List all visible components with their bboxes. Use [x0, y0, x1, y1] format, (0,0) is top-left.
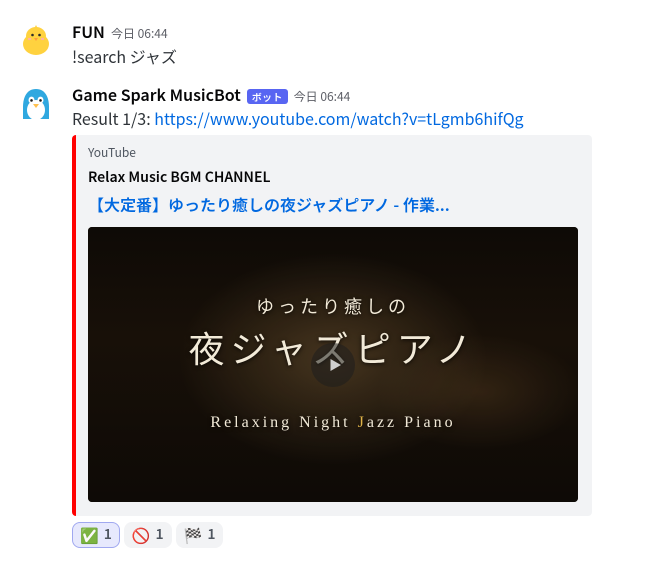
timestamp: 今日 06:44	[294, 89, 351, 106]
username[interactable]: Game Spark MusicBot	[72, 83, 241, 105]
reaction-flag[interactable]: 🏁 1	[176, 522, 224, 547]
check-icon: ✅	[80, 528, 99, 543]
message-header: Game Spark MusicBot ボット 今日 06:44	[72, 83, 654, 106]
reaction-count: 1	[207, 525, 215, 544]
message-bot: Game Spark MusicBot ボット 今日 06:44 Result …	[16, 75, 654, 552]
message-content: !search ジャズ	[72, 45, 654, 67]
avatar[interactable]	[16, 20, 56, 60]
embed: YouTube Relax Music BGM CHANNEL 【大定番】ゆった…	[72, 135, 592, 516]
avatar[interactable]	[16, 83, 56, 123]
result-link[interactable]: https://www.youtube.com/watch?v=tLgmb6hi…	[154, 106, 523, 130]
reactions: ✅ 1 🚫 1 🏁 1	[72, 522, 654, 547]
reaction-count: 1	[104, 525, 112, 544]
message-user: FUN 今日 06:44 !search ジャズ	[16, 12, 654, 71]
reaction-count: 1	[156, 525, 164, 544]
embed-provider: YouTube	[88, 145, 578, 162]
reaction-no[interactable]: 🚫 1	[124, 522, 172, 547]
bot-tag: ボット	[247, 89, 288, 105]
username[interactable]: FUN	[72, 20, 105, 42]
play-icon[interactable]	[311, 343, 355, 387]
embed-thumbnail[interactable]: ゆったり癒しの 夜ジャズピアノ Relaxing Night Jazz Pian…	[88, 227, 578, 503]
result-prefix: Result 1/3:	[72, 106, 154, 130]
embed-title[interactable]: 【大定番】ゆったり癒しの夜ジャズピアノ - 作業...	[88, 193, 578, 215]
message-content: Result 1/3: https://www.youtube.com/watc…	[72, 107, 654, 129]
embed-author[interactable]: Relax Music BGM CHANNEL	[88, 168, 578, 187]
no-entry-icon: 🚫	[132, 528, 151, 543]
timestamp: 今日 06:44	[111, 26, 168, 43]
reaction-check[interactable]: ✅ 1	[72, 522, 120, 547]
checkered-flag-icon: 🏁	[184, 528, 203, 543]
message-header: FUN 今日 06:44	[72, 20, 654, 43]
